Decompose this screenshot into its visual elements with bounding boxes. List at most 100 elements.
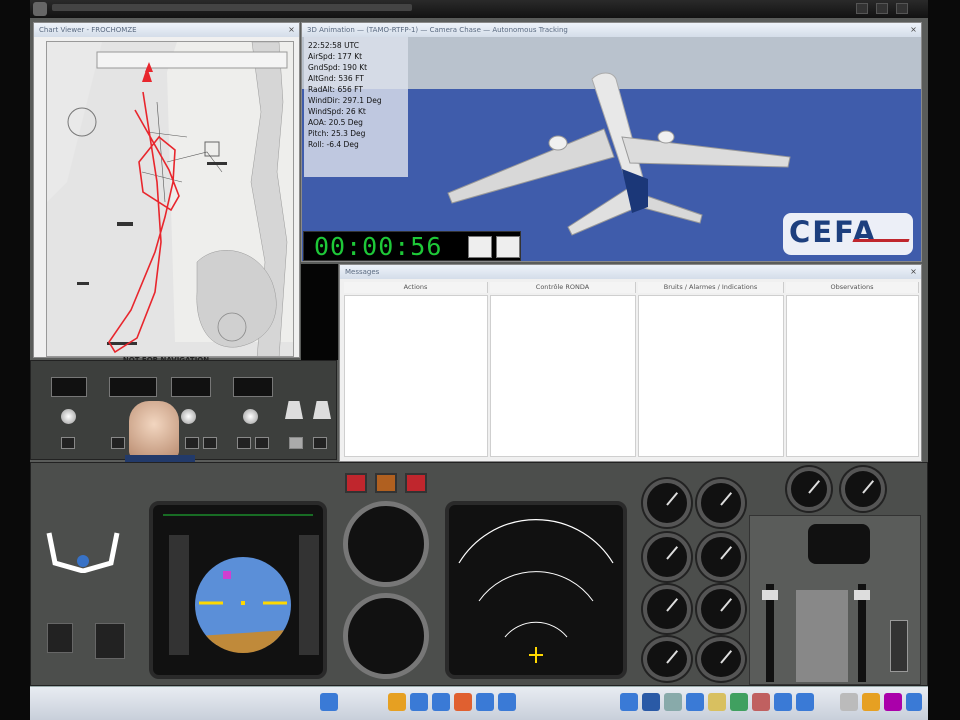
column-header-alarms[interactable]: Bruits / Alarmes / Indications bbox=[638, 282, 784, 293]
app-icon[interactable] bbox=[752, 693, 770, 711]
alarms-column[interactable] bbox=[638, 295, 784, 457]
tray-icon[interactable] bbox=[906, 693, 922, 711]
chart-viewer-window[interactable]: Chart Viewer - FROCHOMZE × bbox=[33, 22, 300, 364]
app-icon[interactable] bbox=[774, 693, 792, 711]
hud-line: Roll: -6.4 Deg bbox=[308, 140, 359, 149]
hud-line: Pitch: 25.3 Deg bbox=[308, 129, 366, 138]
engine-gauge bbox=[697, 637, 745, 681]
autobrake-display bbox=[808, 524, 870, 564]
engine-gauge bbox=[697, 479, 745, 527]
reset-button[interactable] bbox=[496, 236, 520, 258]
engine-gauge bbox=[697, 585, 745, 633]
app-icon[interactable] bbox=[708, 693, 726, 711]
warning-light[interactable] bbox=[405, 473, 427, 493]
tray-icon[interactable] bbox=[862, 693, 880, 711]
timer-readout: 00:00:56 bbox=[314, 232, 443, 261]
stop-button[interactable] bbox=[468, 236, 492, 258]
nav-arcs bbox=[458, 518, 614, 663]
engine-gauge bbox=[787, 467, 831, 511]
desktop-screen: Chart Viewer - FROCHOMZE × 3D Animation … bbox=[30, 0, 928, 720]
app-icon[interactable] bbox=[410, 693, 428, 711]
control-column[interactable] bbox=[490, 295, 636, 457]
altitude-display bbox=[233, 377, 273, 397]
hud-line: WindSpd: 26 Kt bbox=[308, 107, 366, 116]
approach-chart bbox=[46, 41, 294, 357]
app-icon[interactable] bbox=[476, 693, 494, 711]
animation-window-title: 3D Animation — (TAMO-RTFP-1) — Camera Ch… bbox=[302, 23, 921, 37]
chart-viewer-title: Chart Viewer - FROCHOMZE bbox=[34, 23, 299, 37]
standby-airspeed bbox=[343, 593, 429, 679]
start-icon[interactable] bbox=[320, 693, 338, 711]
primary-flight-display bbox=[149, 501, 327, 679]
light-switch[interactable] bbox=[313, 401, 331, 419]
yoke-icon bbox=[46, 532, 120, 573]
hud-line: WindDir: 297.1 Deg bbox=[308, 96, 382, 105]
caution-light[interactable] bbox=[375, 473, 397, 493]
hud-line: AltGnd: 536 FT bbox=[308, 74, 364, 83]
approach-chart-svg bbox=[47, 42, 293, 356]
hud-line: AirSpd: 177 Kt bbox=[308, 52, 363, 61]
app-icon[interactable] bbox=[498, 693, 516, 711]
course-display bbox=[51, 377, 87, 397]
thrust-levers[interactable] bbox=[796, 590, 848, 682]
app-icon[interactable] bbox=[664, 693, 682, 711]
minimize-icon[interactable] bbox=[856, 3, 868, 14]
close-icon[interactable]: × bbox=[287, 25, 296, 34]
engine-gauge bbox=[643, 637, 691, 681]
vs-button[interactable] bbox=[255, 437, 269, 449]
engine-gauge bbox=[697, 533, 745, 581]
parking-brake[interactable] bbox=[890, 620, 908, 672]
messages-window[interactable]: Messages × Actions Contrôle RONDA Bruits… bbox=[339, 264, 922, 462]
hdg-button[interactable] bbox=[185, 437, 199, 449]
tray-icon[interactable] bbox=[840, 693, 858, 711]
brand-logo: CEFA bbox=[783, 213, 913, 255]
attitude-indicator bbox=[163, 514, 319, 655]
nav-button[interactable] bbox=[203, 437, 217, 449]
close-icon[interactable] bbox=[896, 3, 908, 14]
engine-gauge bbox=[643, 585, 691, 633]
altitude-knob[interactable] bbox=[243, 409, 258, 424]
hud-line: GndSpd: 190 Kt bbox=[308, 63, 368, 72]
app-logo-icon bbox=[33, 2, 47, 16]
maximize-icon[interactable] bbox=[876, 3, 888, 14]
app-icon[interactable] bbox=[642, 693, 660, 711]
app-icon[interactable] bbox=[454, 693, 472, 711]
autopilot-panel bbox=[30, 360, 337, 465]
app-icon[interactable] bbox=[388, 693, 406, 711]
heading-display bbox=[171, 377, 211, 397]
column-header-control[interactable]: Contrôle RONDA bbox=[490, 282, 636, 293]
app-button[interactable] bbox=[313, 437, 327, 449]
brand-name: CEFA bbox=[789, 215, 878, 249]
app-icon[interactable] bbox=[432, 693, 450, 711]
alt-button[interactable] bbox=[237, 437, 251, 449]
title-strip bbox=[52, 4, 412, 11]
hud-line: RadAlt: 656 FT bbox=[308, 85, 363, 94]
tray-icon[interactable] bbox=[884, 693, 902, 711]
warning-light[interactable] bbox=[345, 473, 367, 493]
app-icon[interactable] bbox=[620, 693, 638, 711]
close-icon[interactable]: × bbox=[909, 25, 918, 34]
close-icon[interactable]: × bbox=[909, 267, 918, 276]
app-icon[interactable] bbox=[796, 693, 814, 711]
engine-gauge bbox=[841, 467, 885, 511]
ap-button[interactable] bbox=[61, 437, 75, 449]
at-button[interactable] bbox=[111, 437, 125, 449]
animation-window[interactable]: 3D Animation — (TAMO-RTFP-1) — Camera Ch… bbox=[301, 22, 922, 262]
app-icon[interactable] bbox=[686, 693, 704, 711]
column-header-observations[interactable]: Observations bbox=[786, 282, 919, 293]
actions-column[interactable] bbox=[344, 295, 488, 457]
flap-lever[interactable] bbox=[854, 590, 870, 600]
column-header-actions[interactable]: Actions bbox=[344, 282, 488, 293]
hud-line: AOA: 20.5 Deg bbox=[308, 118, 363, 127]
speedbrake-lever[interactable] bbox=[762, 590, 778, 600]
messages-title: Messages bbox=[340, 265, 921, 279]
blank-area bbox=[301, 264, 338, 360]
heading-knob[interactable] bbox=[181, 409, 196, 424]
engine-gauge bbox=[643, 479, 691, 527]
course-knob[interactable] bbox=[61, 409, 76, 424]
navigation-display bbox=[445, 501, 627, 679]
fd-button[interactable] bbox=[289, 437, 303, 449]
light-switch[interactable] bbox=[285, 401, 303, 419]
observations-column[interactable] bbox=[786, 295, 919, 457]
app-icon[interactable] bbox=[730, 693, 748, 711]
